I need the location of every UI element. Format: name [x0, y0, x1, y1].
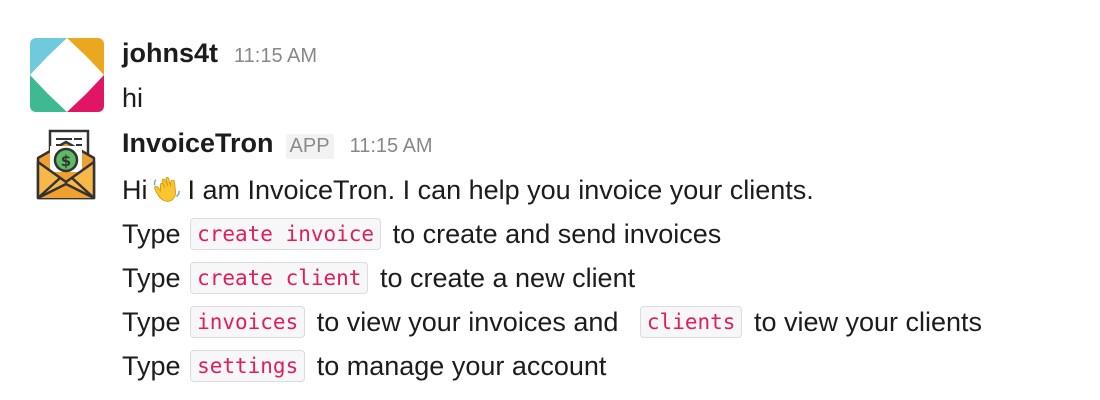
line-suffix-2: to view your clients	[753, 307, 983, 337]
line-prefix: Type	[122, 351, 181, 381]
line-prefix: Type	[122, 307, 181, 337]
line-suffix: to view your invoices and	[316, 307, 619, 337]
command-create-invoice[interactable]: create invoice	[190, 218, 382, 250]
invoice-envelope-icon: $	[36, 129, 96, 200]
author-name[interactable]: johns4t	[122, 38, 218, 69]
message-header: johns4t 11:15 AM	[122, 38, 1090, 78]
slack-logo-icon	[30, 38, 104, 112]
line-prefix: Type	[122, 263, 181, 293]
greeting-after: I am InvoiceTron. I can help you invoice…	[187, 175, 814, 205]
command-invoices[interactable]: invoices	[190, 306, 306, 338]
command-line: Type invoices to view your invoices and …	[122, 300, 1090, 344]
waving-hand-emoji-icon	[153, 177, 180, 202]
command-create-client[interactable]: create client	[190, 262, 369, 294]
message-text: hi	[122, 83, 144, 113]
line-suffix: to create and send invoices	[392, 219, 722, 249]
command-settings[interactable]: settings	[190, 350, 306, 382]
command-line: Type create invoice to create and send i…	[122, 212, 1090, 256]
command-clients[interactable]: clients	[639, 306, 743, 338]
greeting-line: Hi I am InvoiceTron. I can help you invo…	[122, 168, 1090, 212]
line-suffix: to manage your account	[316, 351, 607, 381]
message-header: InvoiceTron APP 11:15 AM	[122, 128, 1090, 168]
app-avatar[interactable]: $	[30, 128, 104, 202]
svg-text:$: $	[61, 152, 71, 170]
greeting-before: Hi	[122, 175, 148, 205]
app-badge: APP	[285, 134, 334, 159]
command-line: Type settings to manage your account	[122, 344, 1090, 388]
user-avatar[interactable]	[30, 38, 104, 112]
line-prefix: Type	[122, 219, 181, 249]
line-suffix: to create a new client	[379, 263, 636, 293]
command-line: Type create client to create a new clien…	[122, 256, 1090, 300]
author-name[interactable]: InvoiceTron	[122, 128, 274, 159]
message-timestamp[interactable]: 11:15 AM	[234, 45, 317, 68]
message-timestamp[interactable]: 11:15 AM	[350, 135, 433, 158]
